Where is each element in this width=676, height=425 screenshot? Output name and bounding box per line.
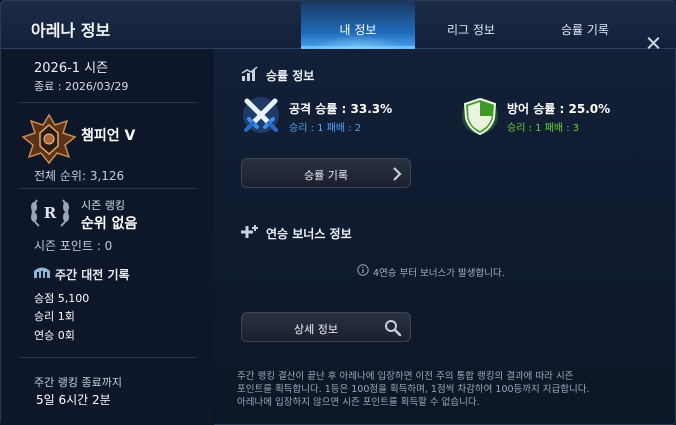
season-points: 시즌 포인트 : 0 — [34, 239, 113, 253]
tab-winrate-history[interactable]: 승률 기록 — [528, 1, 642, 49]
window-title: 아레나 정보 — [31, 21, 111, 40]
divider — [19, 188, 197, 189]
defense-record: 승리 : 1 패배 : 3 — [507, 123, 580, 134]
weekly-record-title: 주간 대전 기록 — [55, 268, 130, 282]
streak-bonus-notice: 4연승 부터 보너스가 발생합니다. — [373, 268, 505, 279]
info-icon — [357, 264, 369, 276]
close-icon[interactable] — [643, 33, 663, 53]
window-header: 아레나 정보 내 정보 리그 정보 승률 기록 — [1, 1, 676, 49]
detail-info-button[interactable]: 상세 정보 — [241, 312, 411, 342]
defense-winrate: 방어 승률 : 25.0% — [507, 102, 611, 116]
champion-tier-emblem-icon — [21, 113, 77, 165]
attack-record: 승리 : 1 패배 : 2 — [289, 123, 362, 134]
tab-league-info[interactable]: 리그 정보 — [414, 1, 528, 49]
winrate-section-title: 승률 정보 — [266, 69, 315, 83]
season-end-date: 종료 : 2026/03/29 — [34, 80, 129, 93]
svg-text:R: R — [44, 204, 57, 222]
shield-icon — [462, 97, 498, 136]
chevron-right-icon — [393, 167, 402, 181]
streak-bonus-title: 연승 보너스 정보 — [266, 227, 352, 241]
weekly-wins: 승리 1회 — [34, 310, 75, 323]
tier-name: 챔피언 V — [81, 128, 136, 144]
weekly-end-label: 주간 랭킹 종료까지 — [34, 376, 122, 389]
crossed-swords-icon — [243, 97, 279, 133]
divider — [19, 102, 197, 103]
season-ranking-label: 시즌 랭킹 — [81, 199, 125, 212]
weekly-streak: 연승 0회 — [34, 329, 75, 342]
tab-my-info[interactable]: 내 정보 — [301, 1, 415, 49]
divider — [19, 357, 197, 358]
chart-trend-icon — [241, 66, 258, 81]
plus-bonus-icon — [241, 225, 258, 238]
overall-rank: 전체 순위: 3,126 — [34, 169, 125, 183]
season-points-footnote: 주간 랭킹 결산이 끝난 후 아레나에 입장하면 이전 주의 통합 랭킹의 결과… — [237, 371, 590, 408]
magnifier-icon — [385, 320, 402, 337]
attack-winrate: 공격 승률 : 33.3% — [289, 102, 393, 116]
arena-colosseum-icon — [34, 267, 50, 278]
winrate-history-button[interactable]: 승률 기록 — [241, 158, 411, 188]
season-ranking-value: 순위 없음 — [81, 216, 138, 232]
arena-info-window: 아레나 정보 내 정보 리그 정보 승률 기록 2026-1 시즌 종료 : 2… — [0, 0, 676, 425]
weekly-remaining-time: 5일 6시간 2분 — [36, 393, 111, 407]
weekly-points: 승점 5,100 — [34, 292, 90, 305]
laurel-rank-badge-icon: R — [31, 199, 69, 227]
season-name: 2026-1 시즌 — [34, 61, 109, 76]
